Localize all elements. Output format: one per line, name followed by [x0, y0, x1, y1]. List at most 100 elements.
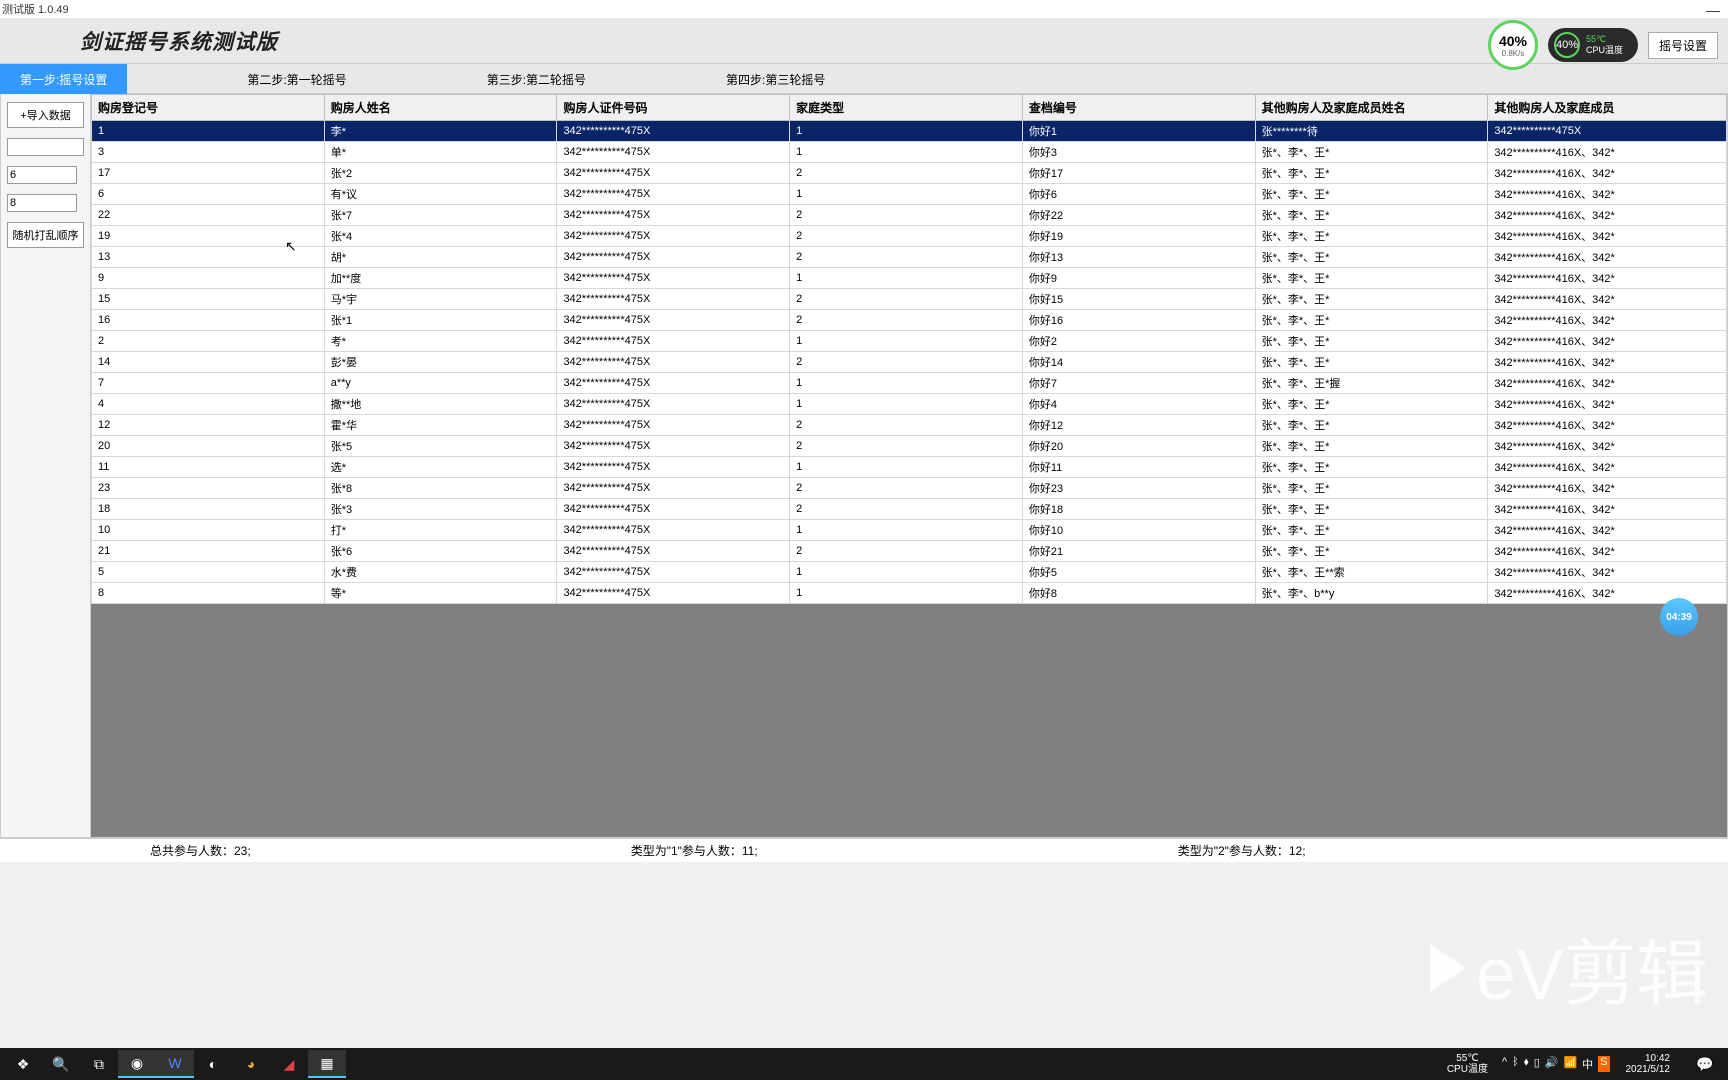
table-row[interactable]: 16张*1342**********475X2你好16张*、李*、王*342**… [92, 310, 1727, 331]
table-cell: 张*2 [324, 163, 557, 184]
table-cell: 你好18 [1022, 499, 1255, 520]
tray-shield-icon[interactable]: ⬧ [1524, 1056, 1529, 1072]
table-cell: 张*、李*、王* [1255, 520, 1488, 541]
table-header[interactable]: 其他购房人及家庭成员 [1488, 95, 1727, 121]
minimize-icon[interactable]: — [1706, 2, 1720, 18]
table-cell: 2 [92, 331, 325, 352]
table-cell: 张*1 [324, 310, 557, 331]
table-header[interactable]: 其他购房人及家庭成员姓名 [1255, 95, 1488, 121]
sidebar-input-2[interactable] [7, 166, 77, 184]
table-header[interactable]: 查档编号 [1022, 95, 1255, 121]
table-cell: 342**********416X、342* [1488, 541, 1727, 562]
tray-icons[interactable]: ^ ᛒ ⬧ ▯ 🔊 📶 中 S [1502, 1056, 1610, 1072]
table-row[interactable]: 4撒**地342**********475X1你好4张*、李*、王*342***… [92, 394, 1727, 415]
table-cell: 342**********416X、342* [1488, 436, 1727, 457]
import-data-button[interactable]: +导入数据 [7, 102, 84, 128]
table-row[interactable]: 9加**度342**********475X1你好9张*、李*、王*342***… [92, 268, 1727, 289]
table-cell: 1 [92, 121, 325, 142]
tray-clock[interactable]: 10:42 2021/5/12 [1626, 1053, 1671, 1075]
table-header[interactable]: 购房登记号 [92, 95, 325, 121]
start-icon[interactable]: ❖ [4, 1050, 42, 1078]
tray-ime-icon[interactable]: 中 [1582, 1056, 1593, 1072]
table-row[interactable]: 14彭*晏342**********475X2你好14张*、李*、王*342**… [92, 352, 1727, 373]
table-header[interactable]: 家庭类型 [790, 95, 1023, 121]
table-row[interactable]: 13胡*342**********475X2你好13张*、李*、王*342***… [92, 247, 1727, 268]
table-cell: 你好9 [1022, 268, 1255, 289]
chrome-icon[interactable]: ◉ [118, 1050, 156, 1078]
table-cell: 考* [324, 331, 557, 352]
windows-taskbar: ❖ 🔍 ⧉ ◉ W ◐ ◕ ◢ ▦ 55℃ CPU温度 ^ ᛒ ⬧ ▯ 🔊 📶 … [0, 1048, 1728, 1080]
tray-sogou-icon[interactable]: S [1598, 1056, 1609, 1072]
app-icon-2[interactable]: ◕ [232, 1050, 270, 1078]
table-header[interactable]: 购房人姓名 [324, 95, 557, 121]
table-row[interactable]: 20张*5342**********475X2你好20张*、李*、王*342**… [92, 436, 1727, 457]
table-row[interactable]: 5水*费342**********475X1你好5张*、李*、王**索342**… [92, 562, 1727, 583]
tray-up-icon[interactable]: ^ [1502, 1056, 1507, 1072]
lottery-settings-button[interactable]: 摇号设置 [1648, 32, 1718, 59]
table-row[interactable]: 6有*议342**********475X1你好6张*、李*、王*342****… [92, 184, 1727, 205]
table-row[interactable]: 1李*342**********475X1你好1张********待342***… [92, 121, 1727, 142]
notification-icon[interactable]: 💬 [1686, 1050, 1724, 1078]
tray-cpu-temp[interactable]: 55℃ CPU温度 [1447, 1053, 1488, 1075]
table-row[interactable]: 10打*342**********475X1你好10张*、李*、王*342***… [92, 520, 1727, 541]
table-cell: 张*、李*、王* [1255, 310, 1488, 331]
tab-step-2[interactable]: 第二步:第一轮摇号 [227, 64, 366, 94]
table-cell: 张*、李*、王* [1255, 289, 1488, 310]
table-cell: 342**********475X [557, 226, 790, 247]
cpu-gauge[interactable]: 40% 55℃ CPU温度 [1548, 28, 1638, 62]
table-cell: 2 [790, 226, 1023, 247]
table-row[interactable]: 22张*7342**********475X2你好22张*、李*、王*342**… [92, 205, 1727, 226]
table-cell: 2 [790, 436, 1023, 457]
table-cell: 2 [790, 247, 1023, 268]
app-icon-1[interactable]: ◐ [194, 1050, 232, 1078]
task-view-icon[interactable]: ⧉ [80, 1050, 118, 1078]
table-row[interactable]: 18张*3342**********475X2你好18张*、李*、王*342**… [92, 499, 1727, 520]
table-header[interactable]: 购房人证件号码 [557, 95, 790, 121]
table-row[interactable]: 11选*342**********475X1你好11张*、李*、王*342***… [92, 457, 1727, 478]
tray-volume-icon[interactable]: 🔊 [1545, 1056, 1559, 1072]
search-icon[interactable]: 🔍 [42, 1050, 80, 1078]
table-cell: 20 [92, 436, 325, 457]
table-cell: 1 [790, 394, 1023, 415]
table-cell: 张*、李*、王* [1255, 499, 1488, 520]
sidebar-input-3[interactable] [7, 194, 77, 212]
table-row[interactable]: 23张*8342**********475X2你好23张*、李*、王*342**… [92, 478, 1727, 499]
table-cell: 342**********416X、342* [1488, 478, 1727, 499]
float-timer-badge[interactable]: 04:39 [1660, 598, 1698, 636]
shuffle-button[interactable]: 随机打乱顺序 [7, 222, 84, 248]
tray-bluetooth-icon[interactable]: ᛒ [1512, 1056, 1519, 1072]
table-cell: 18 [92, 499, 325, 520]
app-icon-3[interactable]: ◢ [270, 1050, 308, 1078]
table-row[interactable]: 7a**y342**********475X1你好7张*、李*、王*握342**… [92, 373, 1727, 394]
table-cell: 11 [92, 457, 325, 478]
step-tabs: 第一步:摇号设置 第二步:第一轮摇号 第三步:第二轮摇号 第四步:第三轮摇号 [0, 63, 1728, 93]
tab-step-3[interactable]: 第三步:第二轮摇号 [467, 64, 606, 94]
tab-step-1[interactable]: 第一步:摇号设置 [0, 64, 127, 94]
tab-step-4[interactable]: 第四步:第三轮摇号 [706, 64, 845, 94]
table-row[interactable]: 8等*342**********475X1你好8张*、李*、b**y342***… [92, 583, 1727, 604]
current-app-icon[interactable]: ▦ [308, 1050, 346, 1078]
table-cell: 张*4 [324, 226, 557, 247]
table-cell: 2 [790, 541, 1023, 562]
table-cell: 19 [92, 226, 325, 247]
table-cell: 单* [324, 142, 557, 163]
tray-battery-icon[interactable]: ▯ [1534, 1056, 1540, 1072]
table-cell: 342**********416X、342* [1488, 310, 1727, 331]
table-row[interactable]: 12霍*华342**********475X2你好12张*、李*、王*342**… [92, 415, 1727, 436]
word-icon[interactable]: W [156, 1050, 194, 1078]
table-row[interactable]: 2考*342**********475X1你好2张*、李*、王*342*****… [92, 331, 1727, 352]
left-sidebar: +导入数据 随机打乱顺序 [1, 94, 91, 837]
table-row[interactable]: 3单*342**********475X1你好3张*、李*、王*342*****… [92, 142, 1727, 163]
table-row[interactable]: 19张*4342**********475X2你好19张*、李*、王*342**… [92, 226, 1727, 247]
network-gauge[interactable]: 40% 0.8K/s [1488, 20, 1538, 70]
data-table-container[interactable]: 购房登记号购房人姓名购房人证件号码家庭类型查档编号其他购房人及家庭成员姓名其他购… [91, 94, 1727, 837]
table-cell: 342**********475X [557, 415, 790, 436]
table-cell: 342**********416X、342* [1488, 226, 1727, 247]
tray-wifi-icon[interactable]: 📶 [1563, 1056, 1577, 1072]
sidebar-input-1[interactable] [7, 138, 84, 156]
table-cell: 水*费 [324, 562, 557, 583]
table-row[interactable]: 15马*宇342**********475X2你好15张*、李*、王*342**… [92, 289, 1727, 310]
table-row[interactable]: 21张*6342**********475X2你好21张*、李*、王*342**… [92, 541, 1727, 562]
window-title: 测试版 1.0.49 [2, 1, 69, 17]
table-row[interactable]: 17张*2342**********475X2你好17张*、李*、王*342**… [92, 163, 1727, 184]
